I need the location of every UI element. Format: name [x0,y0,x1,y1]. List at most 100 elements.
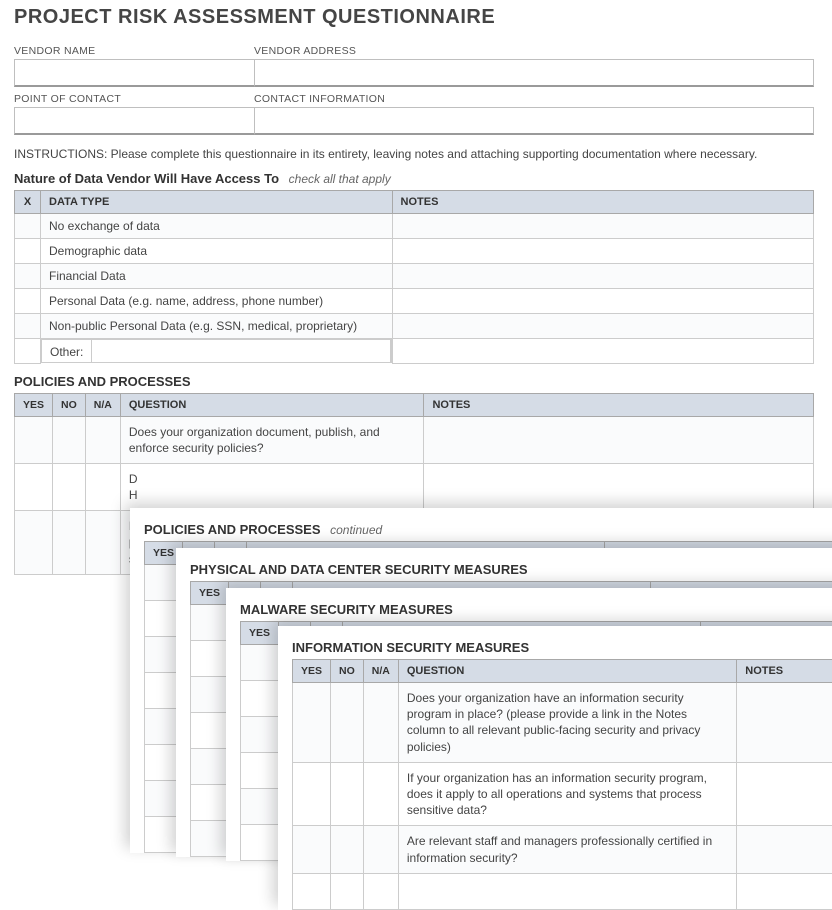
notes-cell[interactable] [392,314,813,339]
check-cell[interactable] [15,214,41,239]
question-cell [398,873,736,909]
notes-cell[interactable] [424,416,814,463]
th-yes: Yes [241,622,279,645]
pp-title-text: POLICIES AND PROCESSES [144,522,321,537]
na-cell[interactable] [363,873,398,909]
question-cell: If your organization has an information … [398,762,736,826]
pp-th-question: QUESTION [120,393,424,416]
notes-cell[interactable] [392,239,813,264]
check-cell[interactable] [15,339,41,364]
no-cell[interactable] [53,416,86,463]
overlay-info-security: INFORMATION SECURITY MEASURES Yes No N/A… [278,626,832,910]
page-title: PROJECT RISK ASSESSMENT QUESTIONNAIRE [14,6,814,29]
cell[interactable] [241,717,279,753]
datatype-cell: Financial Data [41,264,393,289]
check-cell[interactable] [15,239,41,264]
cell[interactable] [241,681,279,717]
datatype-cell: Non-public Personal Data (e.g. SSN, medi… [41,314,393,339]
datatype-cell: Personal Data (e.g. name, address, phone… [41,289,393,314]
no-cell[interactable] [53,463,86,510]
question-cell: Does your organization have an informati… [398,683,736,763]
na-cell[interactable] [363,683,398,763]
info-title: INFORMATION SECURITY MEASURES [292,640,832,655]
pp-th-no: No [53,393,86,416]
notes-cell[interactable] [737,826,832,873]
yes-cell[interactable] [15,463,53,510]
notes-cell[interactable] [737,683,832,763]
cell[interactable] [191,677,229,713]
cell[interactable] [191,713,229,749]
yes-cell[interactable] [293,873,331,909]
notes-cell[interactable] [737,762,832,826]
cell[interactable] [191,641,229,677]
notes-cell[interactable] [424,463,814,510]
cell[interactable] [241,753,279,789]
na-cell[interactable] [85,416,120,463]
nature-hint: check all that apply [289,172,391,186]
yes-cell[interactable] [293,826,331,873]
vendor-name-label: VENDOR NAME [14,45,254,57]
cell[interactable] [241,789,279,825]
table-row: Does your organization document, publish… [15,416,814,463]
info-th-notes: NOTES [737,660,832,683]
other-cell: Other: [41,339,392,363]
malware-title: MALWARE SECURITY MEASURES [240,602,832,617]
datatype-cell: Demographic data [41,239,393,264]
notes-cell[interactable] [392,289,813,314]
question-cell: Are relevant staff and managers professi… [398,826,736,873]
field-vendor-address: VENDOR ADDRESS [254,45,814,87]
nature-th-x: X [15,191,41,214]
no-cell[interactable] [331,762,364,826]
info-th-yes: Yes [293,660,331,683]
yes-cell[interactable] [15,416,53,463]
other-label: Other: [42,340,92,362]
na-cell[interactable] [363,826,398,873]
pp-th-na: N/A [85,393,120,416]
poc-input[interactable] [14,107,254,135]
poc-label: POINT OF CONTACT [14,93,254,105]
yes-cell[interactable] [293,762,331,826]
no-cell[interactable] [331,826,364,873]
info-th-question: QUESTION [398,660,736,683]
q-frag: H [129,488,138,502]
na-cell[interactable] [363,762,398,826]
datatype-cell: No exchange of data [41,214,393,239]
yes-cell[interactable] [15,511,53,575]
cell[interactable] [191,605,229,641]
cell[interactable] [191,821,229,857]
notes-cell[interactable] [392,339,813,364]
na-cell[interactable] [85,463,120,510]
vendor-name-input[interactable] [14,59,254,87]
info-th-no: No [331,660,364,683]
other-input[interactable] [92,340,390,362]
notes-cell[interactable] [737,873,832,909]
nature-title-text: Nature of Data Vendor Will Have Access T… [14,171,279,186]
na-cell[interactable] [85,511,120,575]
pp-th-notes: NOTES [424,393,814,416]
table-row: No exchange of data [15,214,814,239]
table-row: Personal Data (e.g. name, address, phone… [15,289,814,314]
notes-cell[interactable] [392,264,813,289]
cell[interactable] [191,785,229,821]
no-cell[interactable] [331,683,364,763]
notes-cell[interactable] [392,214,813,239]
nature-table: X DATA TYPE NOTES No exchange of data De… [14,190,814,364]
yes-cell[interactable] [293,683,331,763]
no-cell[interactable] [331,873,364,909]
no-cell[interactable] [53,511,86,575]
physical-title: PHYSICAL AND DATA CENTER SECURITY MEASUR… [190,562,832,577]
continued-text: continued [330,523,382,537]
check-cell[interactable] [15,314,41,339]
row-contact: POINT OF CONTACT CONTACT INFORMATION [14,93,814,135]
question-cell: D H [120,463,424,510]
table-row: Financial Data [15,264,814,289]
cell[interactable] [241,645,279,681]
contact-info-input[interactable] [254,107,814,135]
cell[interactable] [241,825,279,861]
vendor-address-input[interactable] [254,59,814,87]
pp-section-title: POLICIES AND PROCESSES [14,374,814,389]
check-cell[interactable] [15,264,41,289]
cell[interactable] [191,749,229,785]
table-row: If your organization has an information … [293,762,832,826]
check-cell[interactable] [15,289,41,314]
